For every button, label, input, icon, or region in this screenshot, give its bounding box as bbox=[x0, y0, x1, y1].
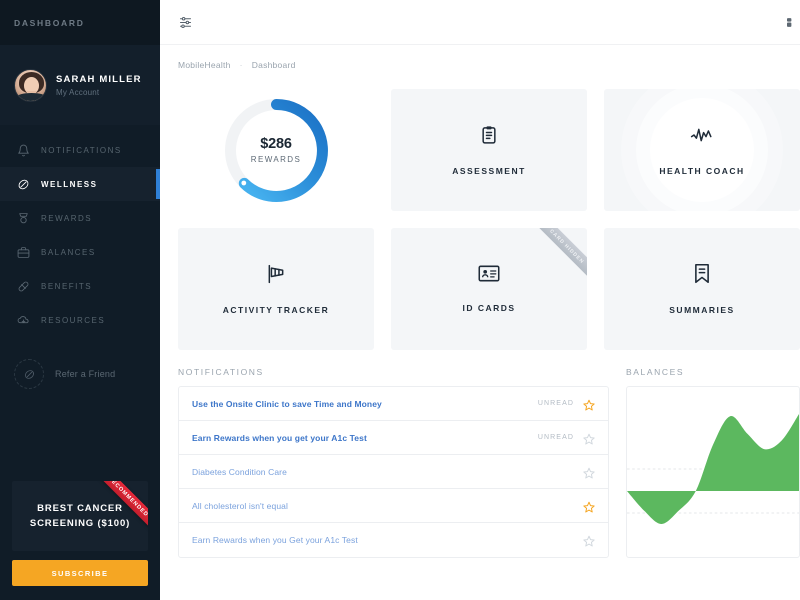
leaf-icon bbox=[16, 177, 31, 192]
notifications-title: NOTIFICATIONS bbox=[178, 367, 264, 377]
sidebar-item-label: NOTIFICATIONS bbox=[41, 145, 122, 155]
balances-title: BALANCES bbox=[626, 367, 685, 377]
notification-text: Earn Rewards when you Get your A1c Test bbox=[192, 535, 358, 545]
subscribe-button[interactable]: SUBSCRIBE bbox=[12, 560, 148, 586]
tile-id-cards[interactable]: CARD HIDDEN ID CARDS bbox=[391, 228, 587, 350]
tile-label: ACTIVITY TRACKER bbox=[222, 304, 330, 315]
notification-text: Earn Rewards when you get your A1c Test bbox=[192, 432, 367, 443]
breadcrumb-current[interactable]: Dashboard bbox=[252, 60, 296, 70]
unread-badge: UNREAD bbox=[537, 400, 574, 407]
refer-a-friend[interactable]: Refer a Friend bbox=[0, 359, 160, 389]
rewards-label: REWARDS bbox=[250, 155, 302, 164]
clipboard-icon bbox=[479, 125, 499, 150]
notifications-panel: NOTIFICATIONS Use the Onsite Clinic to s… bbox=[178, 367, 609, 558]
sliders-icon[interactable] bbox=[178, 15, 193, 30]
sidebar-item-label: BALANCES bbox=[41, 247, 96, 257]
star-icon[interactable] bbox=[583, 500, 595, 512]
tile-label: SUMMARIES bbox=[669, 305, 735, 315]
sidebar-item-resources[interactable]: RESOURCES bbox=[0, 303, 160, 337]
balances-chart-card[interactable] bbox=[626, 386, 800, 558]
sidebar-item-balances[interactable]: BALANCES bbox=[0, 235, 160, 269]
card-hidden-ribbon: CARD HIDDEN bbox=[528, 228, 587, 286]
topbar bbox=[160, 0, 800, 45]
sidebar: DASHBOARD SARAH MILLER My Account NOTIFI… bbox=[0, 0, 160, 600]
unread-badge: UNREAD bbox=[537, 434, 574, 441]
notification-row[interactable]: All cholesterol isn't equal bbox=[179, 489, 608, 523]
pill-icon bbox=[16, 279, 31, 294]
bell-icon bbox=[16, 143, 31, 158]
promo-title-line2: SCREENING ($100) bbox=[29, 518, 131, 529]
notification-row[interactable]: Earn Rewards when you get your A1c Test … bbox=[179, 421, 608, 455]
tile-summaries[interactable]: SUMMARIES bbox=[604, 228, 800, 350]
rewards-amount: $286 bbox=[260, 136, 292, 152]
notification-text: Diabetes Condition Care bbox=[192, 466, 287, 477]
notification-row[interactable]: Diabetes Condition Care bbox=[179, 455, 608, 489]
breadcrumb-root[interactable]: MobileHealth bbox=[178, 60, 231, 70]
star-icon[interactable] bbox=[583, 398, 595, 410]
notification-text: All cholesterol isn't equal bbox=[192, 500, 288, 511]
sidebar-item-label: BENEFITS bbox=[41, 281, 93, 291]
ripple-inner bbox=[650, 98, 754, 202]
app-root: DASHBOARD SARAH MILLER My Account NOTIFI… bbox=[0, 0, 800, 600]
lower-section: NOTIFICATIONS Use the Onsite Clinic to s… bbox=[178, 367, 800, 558]
balances-panel: BALANCES bbox=[626, 367, 800, 558]
refer-a-friend-label: Refer a Friend bbox=[55, 369, 116, 379]
tile-label: ASSESSMENT bbox=[452, 165, 526, 176]
tile-row-1: $286 REWARDS ASSESSMENT HEALTH COACH bbox=[178, 89, 800, 211]
tile-rewards[interactable]: $286 REWARDS bbox=[178, 89, 374, 211]
cloud-download-icon bbox=[16, 313, 31, 328]
star-icon[interactable] bbox=[583, 534, 595, 547]
tile-label: ID CARDS bbox=[462, 303, 516, 313]
avatar bbox=[14, 68, 47, 102]
star-icon[interactable] bbox=[583, 432, 595, 444]
balances-area-chart bbox=[627, 414, 799, 524]
dashboard-content: $286 REWARDS ASSESSMENT HEALTH COACH ACT… bbox=[160, 79, 800, 558]
profile-subtitle: My Account bbox=[56, 87, 100, 97]
sidebar-item-rewards[interactable]: REWARDS bbox=[0, 201, 160, 235]
profile-block[interactable]: SARAH MILLER My Account bbox=[0, 45, 160, 125]
briefcase-icon bbox=[16, 245, 31, 260]
sidebar-item-benefits[interactable]: BENEFITS bbox=[0, 269, 160, 303]
user-menu-icon[interactable] bbox=[787, 16, 794, 29]
profile-name: SARAH MILLER bbox=[56, 73, 142, 85]
tile-activity-tracker[interactable]: ACTIVITY TRACKER bbox=[178, 228, 374, 350]
windsock-icon bbox=[265, 264, 287, 289]
active-indicator bbox=[156, 169, 160, 199]
sidebar-item-label: RESOURCES bbox=[41, 315, 106, 325]
breadcrumb-separator: · bbox=[239, 60, 243, 70]
notification-row[interactable]: Use the Onsite Clinic to save Time and M… bbox=[179, 387, 608, 421]
notification-text: Use the Onsite Clinic to save Time and M… bbox=[192, 398, 382, 409]
medal-icon bbox=[16, 211, 31, 226]
breadcrumb: MobileHealth · Dashboard bbox=[160, 51, 800, 79]
tile-row-2: ACTIVITY TRACKER CARD HIDDEN ID CARDS SU… bbox=[178, 228, 800, 350]
sidebar-nav: NOTIFICATIONS WELLNESS REWARDS BALANCES … bbox=[0, 125, 160, 337]
notifications-list: Use the Onsite Clinic to save Time and M… bbox=[178, 386, 609, 558]
rewards-donut-chart: $286 REWARDS bbox=[220, 94, 333, 207]
tile-label: HEALTH COACH bbox=[659, 165, 745, 176]
promo-card[interactable]: RECOMMENDED BREST CANCER SCREENING ($100… bbox=[12, 481, 148, 551]
tile-health-coach[interactable]: HEALTH COACH bbox=[604, 89, 800, 211]
bookmark-icon bbox=[693, 263, 711, 289]
promo-title-line1: BREST CANCER bbox=[37, 503, 123, 514]
promo-block: RECOMMENDED BREST CANCER SCREENING ($100… bbox=[12, 481, 148, 586]
refer-icon bbox=[14, 359, 44, 389]
sidebar-item-label: REWARDS bbox=[41, 213, 93, 223]
pulse-icon bbox=[690, 125, 714, 150]
sidebar-item-label: WELLNESS bbox=[41, 179, 98, 189]
notification-row[interactable]: Earn Rewards when you Get your A1c Test bbox=[179, 523, 608, 557]
sidebar-brand: DASHBOARD bbox=[0, 0, 160, 45]
star-icon[interactable] bbox=[583, 466, 595, 478]
sidebar-item-notifications[interactable]: NOTIFICATIONS bbox=[0, 133, 160, 167]
sidebar-item-wellness[interactable]: WELLNESS bbox=[0, 167, 160, 201]
tile-assessment[interactable]: ASSESSMENT bbox=[391, 89, 587, 211]
id-card-icon bbox=[478, 265, 500, 287]
main-area: MobileHealth · Dashboard $286 REWARDS AS… bbox=[160, 0, 800, 600]
